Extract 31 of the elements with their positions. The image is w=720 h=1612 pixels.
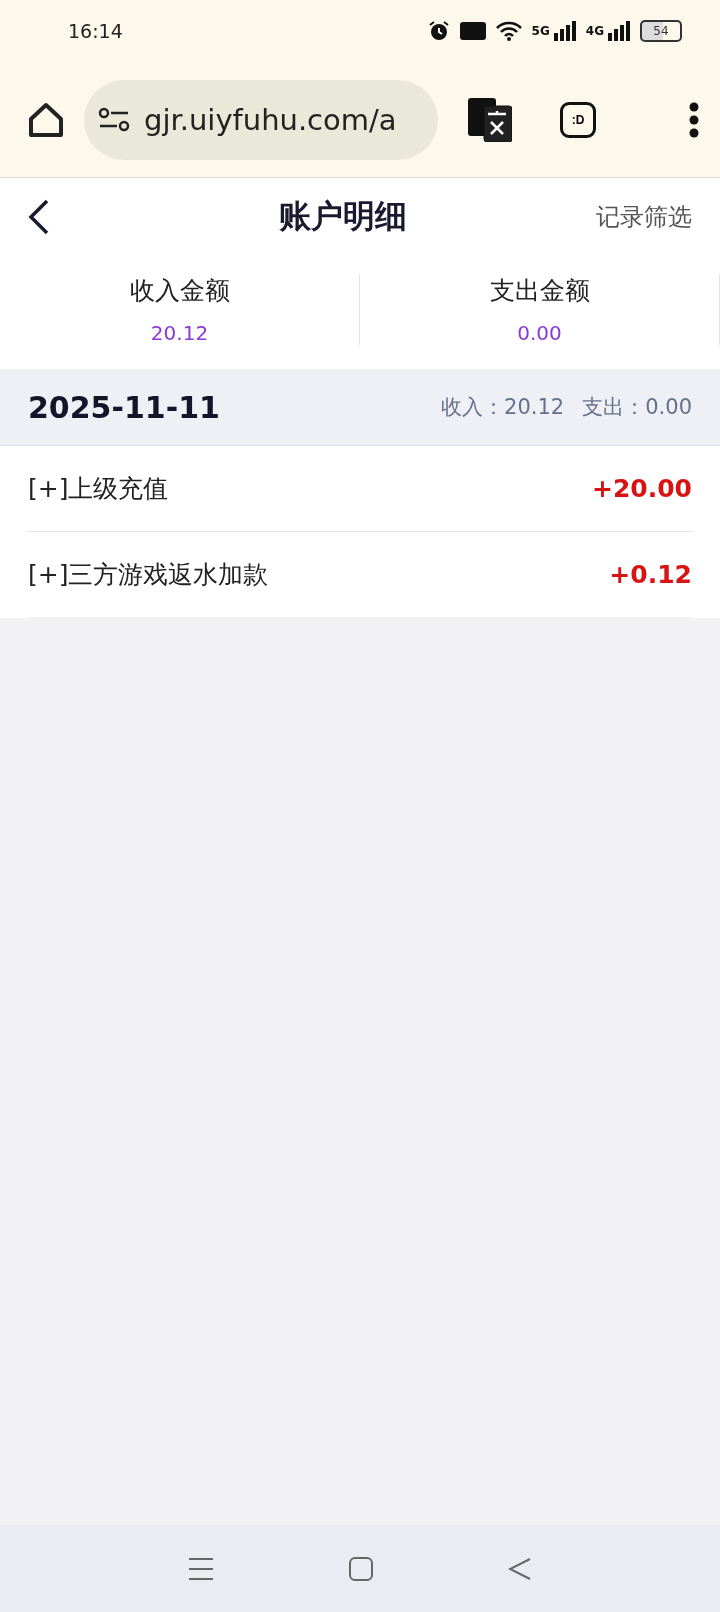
page-title: 账户明细 [278, 196, 408, 237]
filter-button[interactable]: 记录筛选 [596, 201, 692, 233]
day-expense: 支出：0.00 [582, 394, 692, 421]
wifi-icon [495, 21, 522, 41]
signal-icon [553, 21, 576, 41]
network-label: 5G [531, 24, 550, 38]
summary-label: 支出金额 [489, 275, 590, 307]
summary-value: 0.00 [517, 321, 562, 345]
signal-icon [608, 21, 630, 41]
day-income: 收入：20.12 [441, 394, 565, 421]
alarm-icon [427, 20, 450, 42]
date-text: 2025-11-11 [28, 389, 221, 425]
site-settings-icon[interactable] [98, 106, 130, 133]
back-button[interactable] [28, 199, 50, 235]
back-nav-icon[interactable] [508, 1556, 533, 1581]
hd-icon [459, 22, 486, 40]
battery-icon: 54 [640, 20, 682, 42]
menu-icon[interactable] [187, 1555, 214, 1582]
record-amount: +20.00 [591, 474, 692, 503]
record-name: [+]上级充值 [28, 473, 170, 505]
address-bar[interactable]: gjr.uiyfuhu.com/a [84, 79, 438, 160]
menu-button[interactable] [688, 101, 700, 138]
status-time: 16:14 [68, 20, 124, 42]
network-label: 4G [585, 24, 604, 38]
home-nav-icon[interactable] [349, 1556, 373, 1581]
summary-label: 收入金额 [129, 275, 230, 307]
tabs-button[interactable]: :D [560, 101, 596, 138]
record-amount: +0.12 [609, 560, 692, 589]
record-name: [+]三方游戏返水加款 [28, 559, 270, 591]
summary-value: 20.12 [150, 321, 209, 345]
translate-button[interactable] [468, 97, 512, 142]
